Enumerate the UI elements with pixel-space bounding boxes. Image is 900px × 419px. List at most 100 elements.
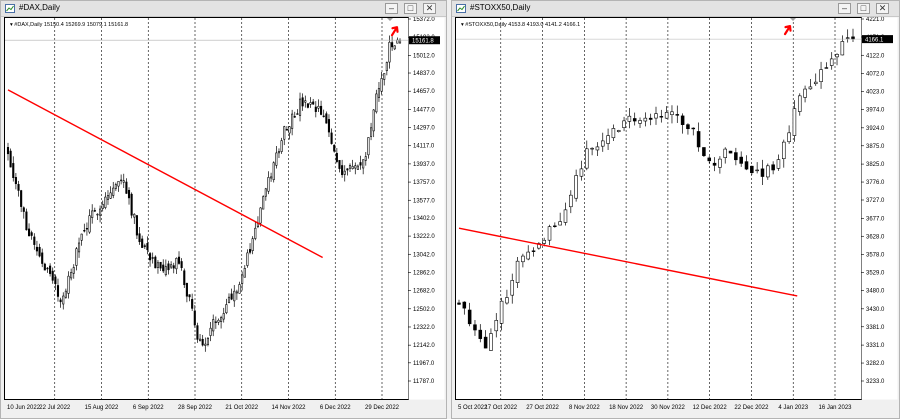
candle-down (680, 115, 685, 125)
candle-up (835, 54, 839, 58)
candle-down (12, 163, 15, 178)
candle-down (322, 115, 325, 118)
candle-up (80, 233, 83, 241)
candle-up (489, 333, 493, 351)
candle-down (177, 256, 181, 264)
x-tick-label: 28 Sep 2022 (178, 405, 213, 411)
candle-up (792, 108, 797, 136)
candle-up (267, 177, 270, 192)
candle-up (819, 69, 823, 82)
candle-up (96, 213, 99, 216)
stoxx50-chart-window[interactable]: #STOXX50,Daily – □ ✕ 5 Oct 2022 17 Oct 20… (451, 0, 900, 419)
candle-up (64, 290, 67, 298)
candle-up (547, 226, 552, 241)
candle-up (499, 300, 504, 324)
minimize-button[interactable]: – (385, 3, 398, 14)
candle-down (35, 246, 38, 252)
y-tick-label: 11787.0 (413, 379, 435, 385)
candle-down (33, 236, 36, 245)
maximize-button[interactable]: □ (857, 3, 870, 14)
candle-down (125, 181, 128, 194)
candle-up (579, 168, 584, 177)
dax-window-titlebar[interactable]: #DAX,Daily – □ ✕ (1, 1, 446, 17)
stoxx50-candlestick-chart[interactable]: 5 Oct 202217 Oct 2022 27 Oct 2022 8 Nov 20… (455, 17, 898, 417)
y-tick-label: 3924.0 (866, 126, 885, 132)
candle-down (22, 207, 25, 212)
chart-window-icon (456, 4, 466, 13)
candle-up (670, 111, 674, 116)
x-tick-label: 17 Oct 2022 (484, 405, 517, 411)
candle-down (457, 302, 461, 305)
candle-up (616, 130, 621, 132)
candle-down (346, 168, 349, 171)
candle-up (204, 343, 207, 346)
candle-down (43, 263, 46, 271)
candle-down (49, 265, 52, 274)
candle-down (483, 336, 488, 349)
candle-down (478, 329, 483, 339)
candle-up (393, 45, 396, 50)
candle-up (766, 165, 770, 178)
y-tick-label: 3529.0 (866, 271, 885, 277)
candle-up (225, 304, 228, 314)
plot-area (4, 17, 409, 400)
candle-up (845, 37, 850, 39)
dax-chart-window[interactable]: #DAX,Daily – □ ✕ 10 Jun 2022 22 Jul 2022 1… (0, 0, 447, 419)
y-tick-label: 4221.0 (866, 17, 885, 23)
x-tick-label: 22 Jul 2022 (39, 405, 71, 411)
maximize-button[interactable]: □ (404, 3, 417, 14)
candle-down (27, 228, 31, 237)
candle-down (467, 309, 472, 325)
candle-up (643, 117, 648, 122)
dax-candlestick-chart[interactable]: 10 Jun 2022 22 Jul 2022 15 Aug 2022 6 Sep 2… (4, 17, 445, 417)
y-tick-label: 14117.0 (413, 144, 435, 150)
candle-up (797, 95, 802, 112)
x-tick-label: 6 Dec 2022 (320, 405, 351, 411)
candle-up (309, 102, 312, 105)
candle-down (193, 310, 196, 326)
current-price-label: 4166.1 (865, 38, 884, 44)
candle-down (824, 67, 829, 69)
candle-up (356, 165, 359, 170)
y-tick-label: 13757.0 (413, 180, 435, 186)
candle-down (146, 243, 149, 251)
candle-down (314, 106, 317, 112)
candle-down (127, 190, 131, 199)
candle-up (277, 151, 281, 154)
close-button[interactable]: ✕ (876, 3, 889, 14)
candle-down (14, 177, 17, 185)
candle-up (348, 165, 352, 169)
candle-down (46, 267, 49, 270)
y-tick-label: 14297.0 (413, 126, 435, 132)
candle-up (590, 147, 594, 150)
y-tick-label: 12322.0 (413, 325, 435, 331)
candle-down (183, 270, 186, 286)
close-button[interactable]: ✕ (423, 3, 436, 14)
minimize-button[interactable]: – (838, 3, 851, 14)
candle-up (385, 62, 388, 72)
candle-down (248, 249, 252, 253)
candle-up (114, 184, 117, 189)
candle-up (120, 179, 123, 182)
candle-up (251, 238, 254, 251)
candle-up (808, 86, 813, 90)
candle-up (510, 280, 515, 296)
candle-up (304, 100, 307, 103)
candle-up (99, 208, 102, 216)
y-tick-label: 3430.0 (866, 307, 885, 313)
candle-up (206, 337, 209, 345)
candle-up (558, 221, 562, 226)
candle-down (712, 162, 717, 166)
candle-down (138, 233, 141, 243)
y-tick-label: 13937.0 (413, 162, 435, 168)
candle-down (359, 162, 362, 166)
candle-up (133, 213, 136, 218)
candle-down (648, 117, 653, 120)
candle-down (6, 147, 10, 155)
candle-up (164, 266, 167, 276)
y-tick-label: 4023.0 (866, 90, 885, 96)
y-tick-label: 15372.0 (413, 17, 435, 23)
stoxx50-window-titlebar[interactable]: #STOXX50,Daily – □ ✕ (452, 1, 899, 17)
y-tick-label: 13222.0 (413, 234, 435, 240)
plot-area (455, 17, 862, 400)
